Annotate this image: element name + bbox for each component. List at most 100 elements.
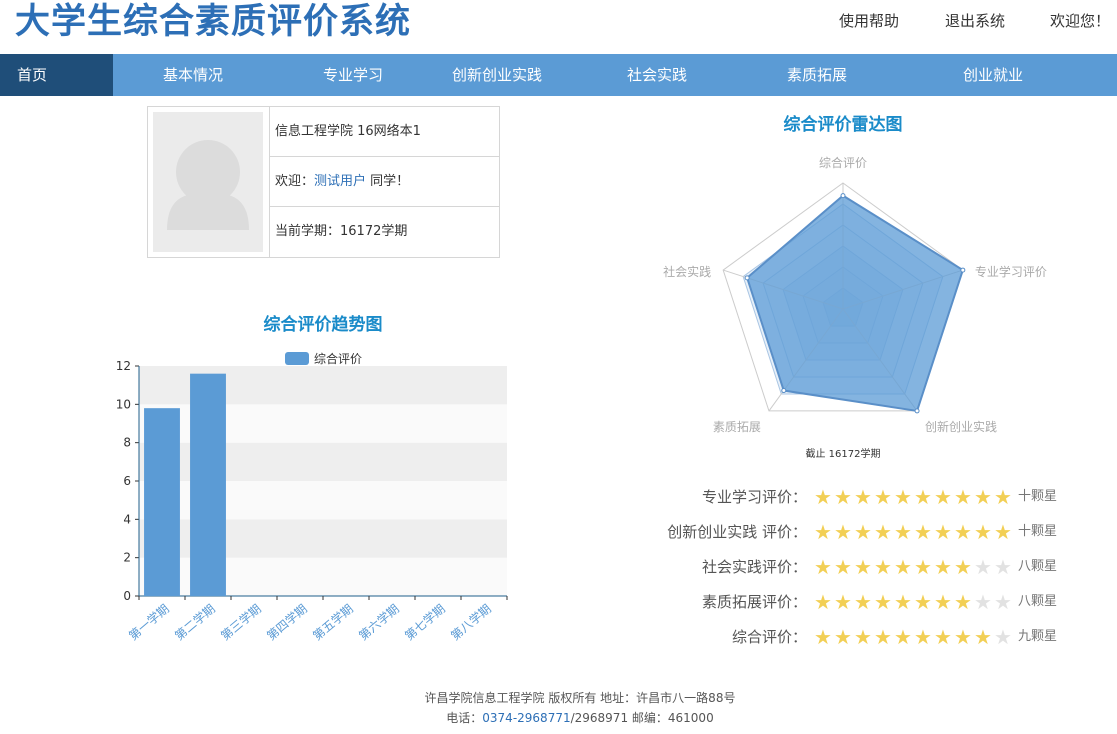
star-icon: ★ [853,485,873,509]
footer-contact: 电话：0374-2968771/2968971 邮编：461000 [0,709,1117,726]
radar-indicator-label: 综合评价 [819,155,867,170]
radar-point [961,268,965,272]
star-icon: ★ [973,520,993,544]
y-tick-label: 12 [116,359,131,373]
bar [190,374,226,596]
rating-count: 九颗星 [1018,625,1057,649]
star-icon: ★ [913,485,933,509]
y-tick-label: 10 [116,397,131,411]
star-icon: ★ [933,590,953,614]
radar-point [745,276,749,280]
star-icon: ★ [993,485,1013,509]
radar-footnote: 截止 16172学期 [806,447,881,460]
star-icon: ★ [953,625,973,649]
rating-count: 八颗星 [1018,555,1057,579]
star-icon: ★ [953,555,973,579]
star-icon: ★ [893,485,913,509]
star-icon: ★ [973,485,993,509]
star-icon: ★ [813,520,833,544]
star-icon: ★ [873,625,893,649]
footer-address: 许昌学院信息工程学院 版权所有 地址：许昌市八一路88号 [0,689,1117,706]
current-semester: 当前学期：16172学期 [269,207,499,257]
radar-chart-title: 综合评价雷达图 [693,110,993,135]
star-icon: ★ [993,520,1013,544]
star-rating: ★★★★★★★★★★ [813,485,1013,509]
legend-label: 综合评价 [314,351,362,366]
nav-social-practice[interactable]: 社会实践 [597,54,717,96]
logout-link[interactable]: 退出系统 [945,10,1005,31]
star-icon: ★ [913,625,933,649]
rating-row: 专业学习评价：★★★★★★★★★★十颗星 [640,485,1070,509]
x-tick-label: 第二学期 [172,601,218,643]
star-rating: ★★★★★★★★★★ [813,590,1013,614]
star-icon: ★ [813,590,833,614]
x-tick-label: 第三学期 [218,601,264,643]
rating-label: 综合评价： [732,625,807,649]
user-name: 测试用户 [314,174,366,189]
nav-quality-expansion[interactable]: 素质拓展 [757,54,877,96]
star-icon: ★ [933,555,953,579]
star-icon: ★ [933,520,953,544]
star-icon: ★ [873,485,893,509]
star-icon: ★ [853,625,873,649]
class-info: 信息工程学院 16网络本1 [269,107,499,157]
rating-count: 十颗星 [1018,520,1057,544]
radar-point [915,409,919,413]
star-icon: ★ [973,625,993,649]
star-icon: ★ [833,555,853,579]
rating-row: 社会实践评价：★★★★★★★★★★八颗星 [640,555,1070,579]
star-icon: ★ [893,555,913,579]
star-icon: ★ [833,485,853,509]
x-tick-label: 第五学期 [310,601,356,643]
nav-employment[interactable]: 创业就业 [933,54,1053,96]
rating-row: 综合评价：★★★★★★★★★★九颗星 [640,625,1070,649]
y-tick-label: 4 [123,512,131,526]
radar-indicator-label: 社会实践 [663,264,711,279]
star-icon: ★ [813,625,833,649]
star-icon: ★ [893,590,913,614]
nav-basic-info[interactable]: 基本情况 [133,54,253,96]
star-icon: ★ [973,555,993,579]
star-icon: ★ [853,520,873,544]
y-tick-label: 6 [123,474,131,488]
y-tick-label: 8 [123,436,131,450]
star-rating: ★★★★★★★★★★ [813,555,1013,579]
star-icon: ★ [813,555,833,579]
star-icon: ★ [953,485,973,509]
y-tick-label: 2 [123,551,131,565]
nav-professional-study[interactable]: 专业学习 [293,54,413,96]
avatar [153,112,263,252]
site-title: 大学生综合素质评价系统 [15,0,411,44]
welcome-text: 欢迎您！ [1050,10,1110,31]
star-icon: ★ [833,520,853,544]
star-icon: ★ [973,590,993,614]
phone-label: 电话： [446,711,482,725]
profile-card: 信息工程学院 16网络本1 欢迎：测试用户 同学！ 当前学期：16172学期 [147,106,500,258]
help-link[interactable]: 使用帮助 [839,10,899,31]
star-icon: ★ [813,485,833,509]
welcome-suffix: 同学！ [366,174,409,189]
main-nav: 首页 基本情况 专业学习 创新创业实践 社会实践 素质拓展 创业就业 [0,54,1117,96]
star-icon: ★ [953,520,973,544]
bar [144,408,180,596]
star-icon: ★ [893,520,913,544]
radar-point [782,389,786,393]
nav-innovation[interactable]: 创新创业实践 [427,54,567,96]
phone-link[interactable]: 0374-2968771 [482,711,570,725]
star-icon: ★ [913,590,933,614]
radar-chart: 综合评价专业学习评价创新创业实践素质拓展社会实践截止 16172学期 [640,140,1080,470]
x-tick-label: 第六学期 [356,601,402,643]
phone-rest: /2968971 邮编：461000 [571,711,714,725]
star-rating: ★★★★★★★★★★ [813,625,1013,649]
nav-home[interactable]: 首页 [0,54,113,96]
star-icon: ★ [993,625,1013,649]
radar-indicator-label: 创新创业实践 [925,419,997,434]
star-icon: ★ [993,590,1013,614]
star-icon: ★ [913,520,933,544]
rating-row: 创新创业实践 评价：★★★★★★★★★★十颗星 [640,520,1070,544]
rating-label: 创新创业实践 评价： [667,520,807,544]
star-icon: ★ [873,555,893,579]
radar-area [747,196,963,411]
welcome-row: 欢迎：测试用户 同学！ [269,157,499,207]
legend-swatch [285,352,309,365]
